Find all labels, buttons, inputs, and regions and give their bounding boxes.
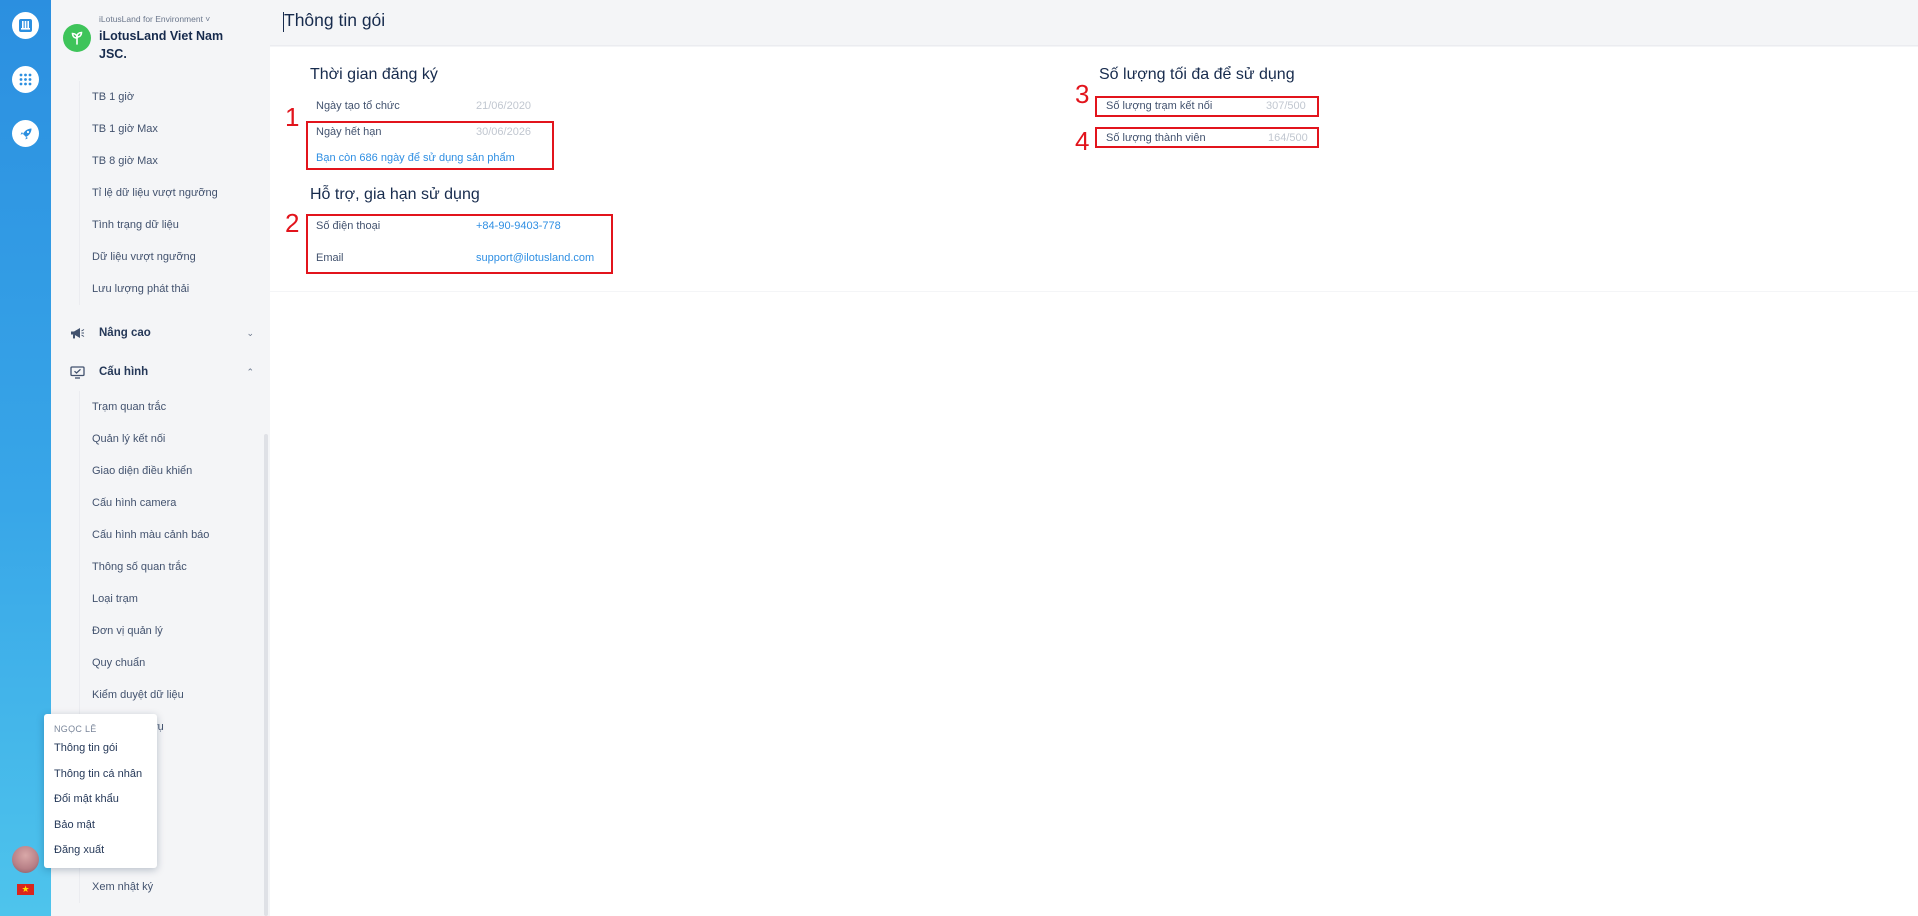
- menu-item-security[interactable]: Bảo mật: [44, 813, 157, 839]
- sidebar-item-standards[interactable]: Quy chuẩn: [80, 647, 249, 679]
- home-logo-icon[interactable]: [12, 12, 39, 39]
- user-menu-header: NGỌC LÊ: [54, 724, 97, 734]
- annotation-number-4: 4: [1075, 126, 1090, 156]
- annotation-number-1: 1: [285, 102, 300, 132]
- sidebar-group-label: Nâng cao: [99, 327, 151, 339]
- org-subtitle: iLotusLand for Environment ˅: [99, 14, 211, 24]
- sidebar-item-control-ui[interactable]: Giao diện điều khiển: [80, 455, 249, 487]
- sidebar-item-data-status[interactable]: Tình trạng dữ liệu: [80, 209, 249, 241]
- sidebar-item-exceeded-data[interactable]: Dữ liệu vượt ngưỡng: [80, 241, 249, 273]
- annotation-box-2: [306, 214, 613, 274]
- annotation-box-3: [1095, 96, 1319, 117]
- sidebar-item-camera-config[interactable]: Cấu hình camera: [80, 487, 249, 519]
- leaf-logo-icon: [63, 24, 91, 52]
- sidebar-group-label: Cấu hình: [99, 366, 149, 378]
- rocket-icon[interactable]: [12, 120, 39, 147]
- sidebar-item-connections[interactable]: Quản lý kết nối: [80, 423, 249, 455]
- annotation-box-4: [1095, 127, 1319, 148]
- sidebar-item-tb-1h-max[interactable]: TB 1 giờ Max: [80, 113, 249, 145]
- chevron-down-icon: ⌄: [246, 327, 254, 338]
- sidebar-item-station-types[interactable]: Loại trạm: [80, 583, 249, 615]
- sidebar-group-config[interactable]: Cấu hình ⌃: [69, 360, 254, 384]
- annotation-number-3: 3: [1075, 79, 1090, 109]
- sidebar-item-audit-log[interactable]: Xem nhật ký: [80, 871, 249, 903]
- registration-title: Thời gian đăng ký: [310, 66, 438, 83]
- chevron-up-icon: ⌃: [246, 366, 254, 377]
- sidebar-item-data-approval[interactable]: Kiểm duyệt dữ liệu: [80, 679, 249, 711]
- menu-item-package-info[interactable]: Thông tin gói: [44, 736, 157, 762]
- page-body-blank: [270, 291, 1918, 916]
- user-avatar[interactable]: [12, 846, 39, 873]
- limits-title: Số lượng tối đa để sử dụng: [1099, 66, 1295, 83]
- org-name: iLotusLand Viet Nam JSC.: [99, 29, 224, 61]
- support-title: Hỗ trợ, gia hạn sử dụng: [310, 186, 480, 203]
- sidebar-item-exceed-ratio[interactable]: Tỉ lệ dữ liệu vượt ngưỡng: [80, 177, 249, 209]
- sidebar-item-stations[interactable]: Trạm quan trắc: [80, 391, 249, 423]
- monitor-check-icon: [69, 364, 85, 380]
- sidebar-item-management-units[interactable]: Đơn vị quản lý: [80, 615, 249, 647]
- apps-grid-icon[interactable]: [12, 66, 39, 93]
- sidebar-scrollbar[interactable]: [264, 434, 268, 916]
- sidebar-group-advanced[interactable]: Nâng cao ⌄: [69, 321, 254, 345]
- annotation-number-2: 2: [285, 208, 300, 238]
- sidebar-item-alert-color[interactable]: Cấu hình màu cảnh báo: [80, 519, 249, 551]
- annotation-box-1: [306, 121, 554, 170]
- menu-item-change-password[interactable]: Đổi mật khẩu: [44, 787, 157, 813]
- user-menu-popup: NGỌC LÊ Thông tin gói Thông tin cá nhân …: [44, 714, 157, 868]
- menu-item-logout[interactable]: Đăng xuất: [44, 838, 157, 864]
- megaphone-icon: [69, 325, 85, 341]
- sidebar-item-emission-flow[interactable]: Lưu lượng phát thải: [80, 273, 249, 305]
- page-header: Thông tin gói: [270, 0, 1918, 46]
- created-date-value: 21/06/2020: [476, 100, 532, 112]
- menu-item-profile[interactable]: Thông tin cá nhân: [44, 762, 157, 788]
- sidebar-item-tb-8h-max[interactable]: TB 8 giờ Max: [80, 145, 249, 177]
- created-date-label: Ngày tạo tổ chức: [316, 100, 400, 112]
- org-switcher[interactable]: iLotusLand for Environment ˅ iLotusLand …: [63, 12, 258, 68]
- sidebar-item-parameters[interactable]: Thông số quan trắc: [80, 551, 249, 583]
- sidebar-item-tb-1h[interactable]: TB 1 giờ: [80, 81, 249, 113]
- report-submenu: TB 1 giờ TB 1 giờ Max TB 8 giờ Max Tỉ lệ…: [79, 81, 249, 305]
- page-title: Thông tin gói: [284, 10, 386, 30]
- vietnam-flag-icon[interactable]: ★: [17, 884, 34, 895]
